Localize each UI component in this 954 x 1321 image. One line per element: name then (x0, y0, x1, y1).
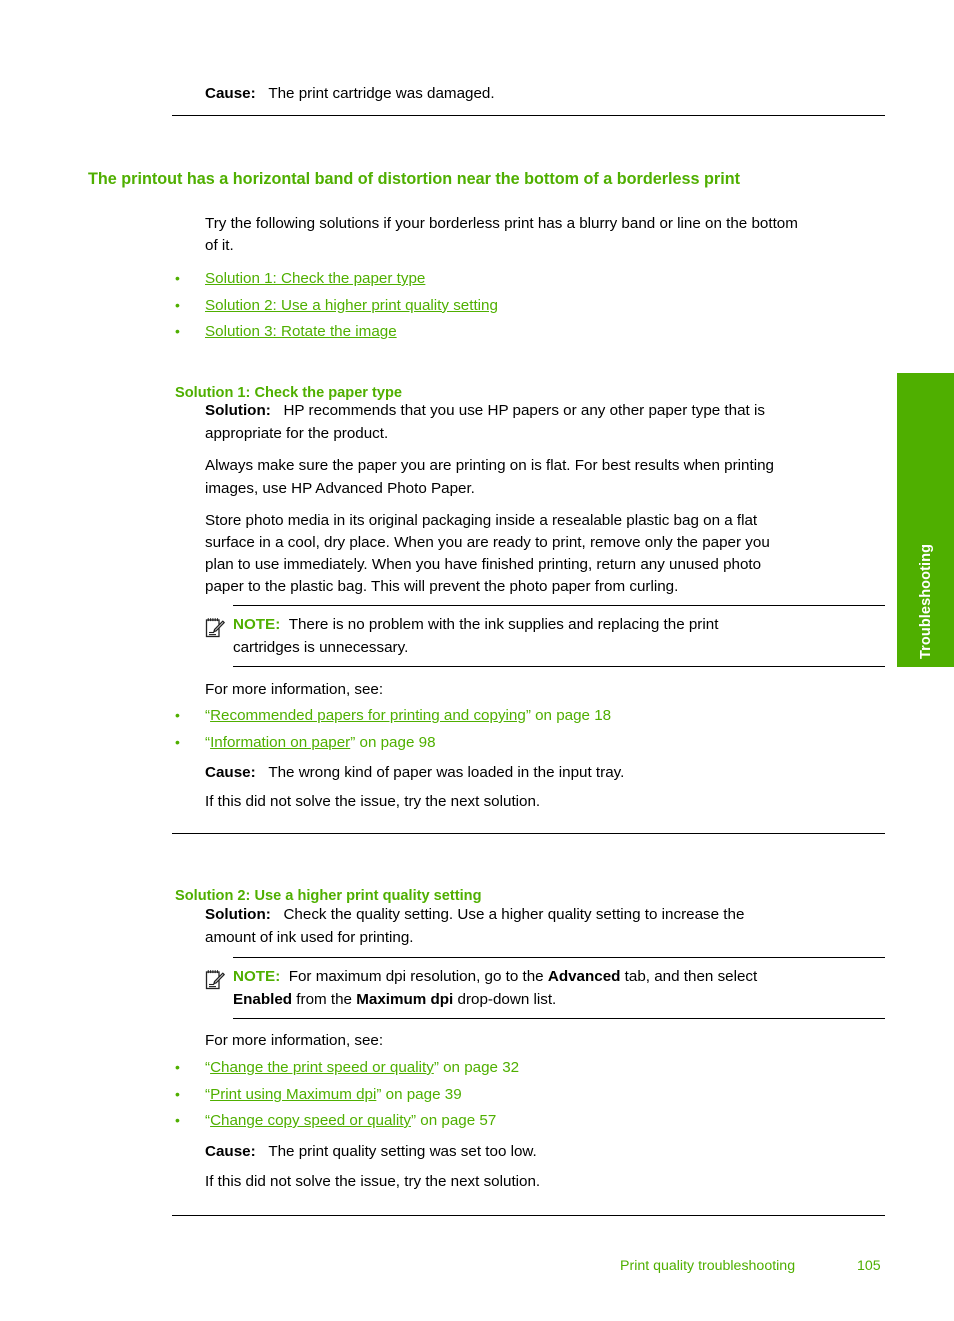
list-item: Solution 3: Rotate the image (172, 318, 498, 346)
solution-link-1[interactable]: Solution 1: Check the paper type (205, 270, 425, 287)
note-text-line-2b: from the (292, 990, 357, 1008)
cause-text: The print cartridge was damaged. (268, 85, 495, 102)
cause-text: The wrong kind of paper was loaded in th… (268, 764, 625, 781)
section-divider-middle (172, 833, 885, 834)
cause-text: The print quality setting was set too lo… (268, 1143, 537, 1160)
solution-2-next-step: If this did not solve the issue, try the… (205, 1173, 541, 1190)
more-info-link-2[interactable]: Print using Maximum dpi (210, 1086, 376, 1103)
cause-label: Cause: (205, 1143, 256, 1160)
solution-1-para2-line-1: Always make sure the paper you are print… (205, 457, 774, 474)
page-title: The printout has a horizontal band of di… (88, 169, 741, 188)
solution-text: Check the quality setting. Use a higher … (283, 906, 745, 923)
footer-section-title: Print quality troubleshooting (620, 1258, 796, 1274)
note-callout-1: NOTE: There is no problem with the ink s… (205, 605, 885, 668)
list-item: “Print using Maximum dpi” on page 39 (172, 1081, 519, 1109)
note-emphasis-maximum-dpi: Maximum dpi (356, 990, 454, 1008)
note-bottom-rule (233, 666, 885, 667)
note-callout-2: NOTE: For maximum dpi resolution, go to … (205, 957, 885, 1020)
note-pencil-icon (205, 969, 225, 990)
solution-2-more-info-label: For more information, see: (205, 1032, 384, 1049)
note-text-line-1c: tab, and then select (620, 968, 758, 985)
document-page: Troubleshooting Cause: The print cartrid… (0, 0, 954, 1321)
solution-1-solution-line-2: appropriate for the product. (205, 425, 389, 442)
solution-label: Solution: (205, 906, 271, 923)
solution-2-solution-line-2: amount of ink used for printing. (205, 929, 414, 946)
solution-link-2[interactable]: Solution 2: Use a higher print quality s… (205, 297, 498, 314)
note-label: NOTE: (233, 616, 281, 633)
cause-label: Cause: (205, 85, 256, 102)
more-info-link-1[interactable]: Change the print speed or quality (210, 1059, 434, 1076)
solution-1-solution-line-1: Solution: HP recommends that you use HP … (205, 400, 765, 423)
page-reference: on page 32 (438, 1059, 520, 1076)
side-tab-troubleshooting: Troubleshooting (897, 373, 954, 667)
solution-1-para2-line-2: images, use HP Advanced Photo Paper. (205, 480, 475, 497)
solution-2-solution-line-1: Solution: Check the quality setting. Use… (205, 904, 744, 927)
solution-text: HP recommends that you use HP papers or … (283, 402, 765, 419)
page-reference: on page 98 (355, 733, 436, 751)
solution-1-para3-line-2: surface in a cool, dry place. When you a… (205, 534, 770, 551)
note-emphasis-enabled: Enabled (233, 990, 293, 1008)
more-info-link-2[interactable]: Information on paper (210, 734, 350, 751)
footer-page-number: 105 (857, 1258, 881, 1274)
intro-line-2: of it. (205, 237, 234, 254)
note-text-line-1a: For maximum dpi resolution, go to the (288, 968, 548, 985)
page-reference: on page 39 (381, 1085, 462, 1103)
list-item: “Change the print speed or quality” on p… (172, 1054, 520, 1082)
more-info-link-3[interactable]: Change copy speed or quality (210, 1112, 411, 1129)
note-text-line-2d: drop-down list. (453, 990, 557, 1008)
intro-line-1: Try the following solutions if your bord… (205, 215, 798, 232)
page-reference: on page 18 (530, 707, 612, 724)
section-divider-bottom (172, 1215, 885, 1216)
note-text-line-1: There is no problem with the ink supplie… (288, 616, 719, 633)
list-item: “Recommended papers for printing and cop… (172, 702, 612, 730)
solution-link-3[interactable]: Solution 3: Rotate the image (205, 323, 397, 340)
solution-1-cause: Cause: The wrong kind of paper was loade… (205, 762, 624, 783)
list-item: Solution 1: Check the paper type (172, 265, 498, 293)
page-reference: on page 57 (416, 1112, 497, 1129)
note-body: NOTE: There is no problem with the ink s… (205, 605, 885, 668)
note-pencil-icon (205, 617, 225, 638)
note-label: NOTE: (233, 968, 281, 985)
note-emphasis-advanced: Advanced (547, 968, 621, 985)
solutions-link-list: Solution 1: Check the paper type Solutio… (172, 265, 498, 346)
cause-label: Cause: (205, 764, 256, 781)
solution-label: Solution: (205, 402, 271, 419)
section-divider-top (172, 115, 885, 116)
solution-1-para3-line-1: Store photo media in its original packag… (205, 512, 758, 529)
solution-2-more-info-list: “Change the print speed or quality” on p… (172, 1054, 520, 1135)
note-text-line-2: cartridges is unnecessary. (233, 638, 409, 656)
list-item: “Change copy speed or quality” on page 5… (172, 1107, 519, 1135)
list-item: Solution 2: Use a higher print quality s… (172, 292, 498, 320)
solution-1-next-step: If this did not solve the issue, try the… (205, 793, 541, 810)
note-body: NOTE: For maximum dpi resolution, go to … (205, 957, 885, 1020)
solution-1-more-info-list: “Recommended papers for printing and cop… (172, 702, 612, 757)
side-tab-label: Troubleshooting (917, 543, 934, 659)
solution-1-para3-line-4: paper to the plastic bag. This will prev… (205, 578, 679, 595)
solution-1-para3-line-3: plan to use immediately. When you have f… (205, 556, 762, 573)
list-item: “Information on paper” on page 98 (172, 729, 611, 757)
solution-1-more-info-label: For more information, see: (205, 681, 384, 698)
cause-statement-top: Cause: The print cartridge was damaged. (205, 83, 495, 104)
solution-2-cause: Cause: The print quality setting was set… (205, 1141, 537, 1162)
more-info-link-1[interactable]: Recommended papers for printing and copy… (210, 707, 526, 724)
note-bottom-rule (233, 1018, 885, 1019)
